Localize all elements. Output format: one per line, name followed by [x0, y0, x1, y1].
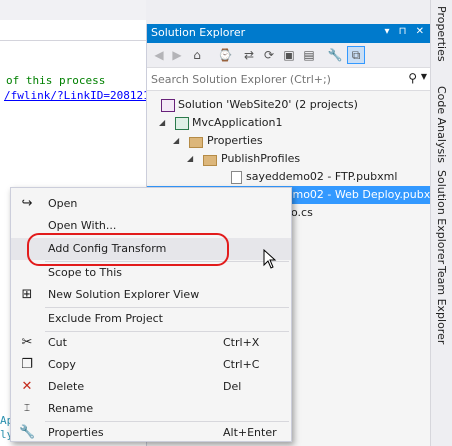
- solution-icon: [161, 99, 175, 112]
- tree-item-label: PublishProfiles: [221, 152, 301, 165]
- window-controls-icon[interactable]: ▾ ⊓ ✕: [384, 26, 427, 37]
- preview-icon[interactable]: ⧉: [347, 46, 365, 64]
- properties-wrench-icon[interactable]: 🔧: [327, 47, 343, 63]
- dock-tab-team-explorer[interactable]: Team Explorer: [435, 266, 448, 344]
- menu-item-label: Cut: [48, 336, 67, 349]
- solution-explorer-toolbar: ◀ ▶ ⌂ ⌚ ⇄ ⟳ ▣ ▤ 🔧 ⧉: [147, 43, 431, 67]
- solution-explorer-title: Solution Explorer: [151, 26, 246, 39]
- context-menu: ↪ Open Open With... Add Config Transform…: [10, 187, 292, 442]
- new-view-icon: ⊞: [21, 287, 33, 302]
- menu-item-shortcut: Del: [223, 380, 242, 393]
- menu-item-label: Delete: [48, 380, 85, 393]
- tree-item-label: Properties: [207, 134, 263, 147]
- menu-item-rename[interactable]: ⌶ Rename: [11, 398, 291, 420]
- file-icon: [231, 171, 242, 184]
- menu-item-exclude-from-project[interactable]: Exclude From Project: [11, 308, 291, 330]
- show-all-files-icon[interactable]: ▤: [301, 47, 317, 63]
- delete-icon: ✕: [21, 379, 33, 394]
- tree-item-label: sayeddemo02 - FTP.pubxml: [246, 170, 398, 183]
- menu-item-delete[interactable]: ✕ Delete Del: [11, 376, 291, 398]
- tree-item-label: MvcApplication1: [192, 116, 283, 129]
- menu-item-shortcut: Alt+Enter: [223, 426, 277, 439]
- solution-explorer-titlebar: Solution Explorer ▾ ⊓ ✕: [147, 24, 431, 43]
- tree-item-label: Solution 'WebSite20' (2 projects): [178, 98, 358, 111]
- sync-icon[interactable]: ⇄: [241, 47, 257, 63]
- dock-tab-code-analysis[interactable]: Code Analysis: [435, 86, 448, 163]
- tree-item-project[interactable]: ◢ MvcApplication1: [147, 114, 431, 132]
- right-dock-tabs: Properties Code Analysis Solution Explor…: [430, 0, 452, 446]
- dock-tab-properties[interactable]: Properties: [435, 6, 448, 62]
- search-input[interactable]: [147, 70, 403, 88]
- tree-item-publishprofiles[interactable]: ◢ PublishProfiles: [147, 150, 431, 168]
- back-icon[interactable]: ◀: [151, 47, 167, 63]
- copy-icon: ❐: [21, 357, 33, 372]
- menu-item-properties[interactable]: 🔧 Properties Alt+Enter: [11, 422, 291, 444]
- code-link-line[interactable]: /fwlink/?LinkID=208121: [4, 89, 150, 102]
- menu-item-label: Open: [48, 197, 78, 210]
- project-icon: [175, 117, 189, 130]
- folder-icon: [203, 155, 217, 166]
- expanded-arrow-icon[interactable]: ◢: [159, 114, 165, 132]
- tree-item-solution[interactable]: Solution 'WebSite20' (2 projects): [147, 96, 431, 114]
- wrench-icon: 🔧: [19, 425, 36, 440]
- menu-item-shortcut: Ctrl+C: [223, 358, 260, 371]
- menu-item-new-solution-explorer-view[interactable]: ⊞ New Solution Explorer View: [11, 284, 291, 306]
- folder-icon: [189, 137, 203, 148]
- editor-divider: [0, 40, 146, 41]
- collapse-all-icon[interactable]: ▣: [281, 47, 297, 63]
- rename-icon: ⌶: [24, 403, 30, 414]
- expanded-arrow-icon[interactable]: ◢: [187, 150, 193, 168]
- menu-item-label: Rename: [48, 402, 94, 415]
- expanded-arrow-icon[interactable]: ◢: [173, 132, 179, 150]
- mouse-cursor-icon: [263, 249, 277, 269]
- search-dropdown-icon[interactable]: ▼: [421, 72, 427, 81]
- menu-item-cut[interactable]: ✂ Cut Ctrl+X: [11, 332, 291, 354]
- pending-changes-icon[interactable]: ⌚: [217, 47, 233, 63]
- menu-item-copy[interactable]: ❐ Copy Ctrl+C: [11, 354, 291, 376]
- open-icon: ↪: [21, 196, 33, 211]
- editor-tab-strip: [0, 0, 146, 20]
- cut-icon: ✂: [21, 335, 33, 350]
- menu-item-label: Copy: [48, 358, 76, 371]
- solution-explorer-search: ⚲ ▼: [147, 67, 431, 91]
- dock-tab-solution-explorer[interactable]: Solution Explorer: [435, 170, 448, 264]
- forward-icon[interactable]: ▶: [169, 47, 185, 63]
- tree-item-label: o.cs: [291, 206, 313, 219]
- code-comment-line: of this process: [6, 74, 106, 87]
- menu-item-label: New Solution Explorer View: [48, 288, 200, 301]
- refresh-icon[interactable]: ⟳: [261, 47, 277, 63]
- highlight-annotation: [27, 233, 229, 266]
- menu-item-open[interactable]: ↪ Open: [11, 193, 291, 215]
- menu-item-label: Properties: [48, 426, 104, 439]
- menu-item-label: Exclude From Project: [48, 312, 163, 325]
- tree-item-properties[interactable]: ◢ Properties: [147, 132, 431, 150]
- search-icon[interactable]: ⚲: [408, 71, 417, 85]
- home-icon[interactable]: ⌂: [189, 47, 205, 63]
- tree-item-ftp-pubxml[interactable]: sayeddemo02 - FTP.pubxml: [147, 168, 431, 186]
- menu-item-shortcut: Ctrl+X: [223, 336, 260, 349]
